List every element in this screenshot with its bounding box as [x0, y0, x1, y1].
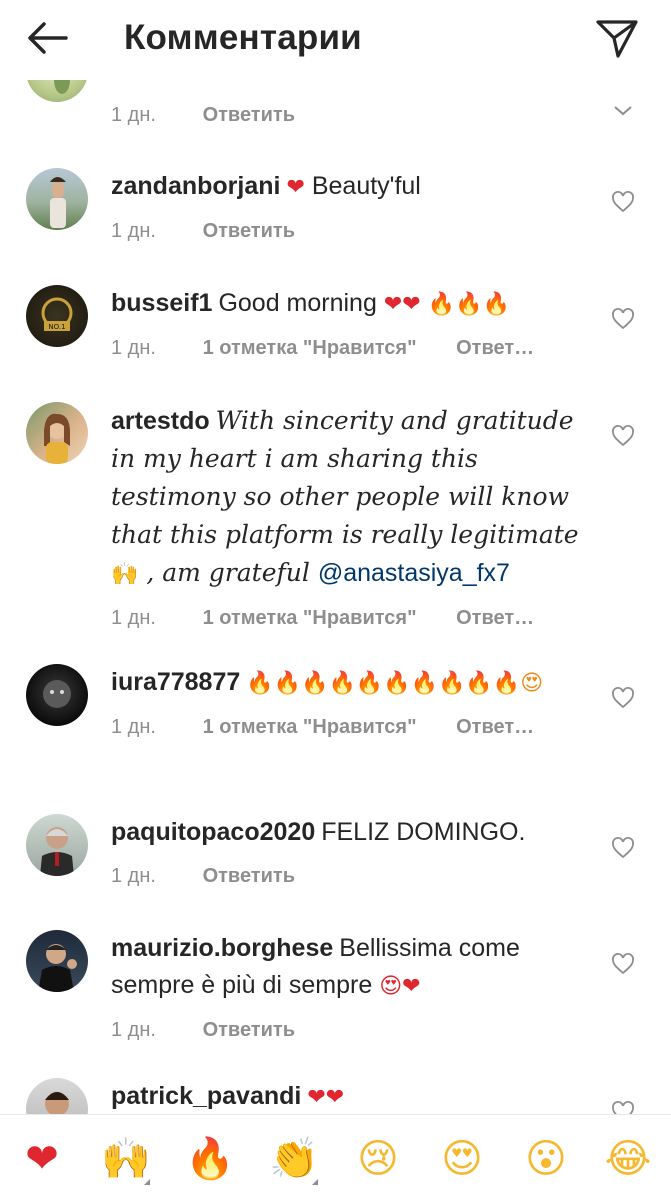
reply-button[interactable]: Ответить: [203, 861, 295, 891]
skin-tone-corner-icon: [144, 1179, 150, 1185]
comment-time: 1 дн.: [111, 337, 156, 359]
emoji-button-fire[interactable]: 🔥: [182, 1131, 238, 1187]
emoji-button-surprised[interactable]: 😮: [518, 1131, 574, 1187]
comment-meta: 1 дн. Ответить: [111, 100, 581, 130]
comment-time: 1 дн.: [111, 607, 156, 629]
comment-meta: 1 дн. Ответить: [111, 216, 581, 246]
comment-emoji: 🔥🔥🔥🔥🔥🔥🔥🔥🔥🔥😍: [246, 671, 544, 696]
comment-time: 1 дн.: [111, 1019, 156, 1041]
chevron-down-icon[interactable]: [611, 98, 635, 122]
comment-text: FELIZ DOMINGO.: [321, 818, 526, 846]
emoji-button-heart-eyes[interactable]: 😍: [434, 1131, 490, 1187]
user-avatar[interactable]: [26, 1078, 88, 1114]
clapping-hands-icon: 👏: [269, 1136, 319, 1182]
comment-meta: 1 дн. Ответить: [111, 1015, 581, 1045]
svg-text:NO.1: NO.1: [48, 323, 65, 331]
comments-list[interactable]: 1 дн. Ответить zandanborjani ❤ Beauty'ful…: [0, 80, 671, 1114]
comment-time: 1 дн.: [111, 716, 156, 738]
comment-username[interactable]: artestdo: [111, 407, 210, 435]
comment-text: Good morning: [218, 289, 384, 317]
back-arrow-icon[interactable]: [22, 18, 70, 58]
reply-button[interactable]: Ответ…: [456, 712, 534, 742]
user-avatar[interactable]: [26, 664, 88, 726]
likes-count[interactable]: 1 отметка "Нравится": [203, 603, 417, 633]
comment-username[interactable]: busseif1: [111, 289, 212, 317]
emoji-button-laughing[interactable]: 😂: [600, 1131, 656, 1187]
comment-time: 1 дн.: [111, 104, 156, 126]
skin-tone-corner-icon: [312, 1179, 318, 1185]
likes-count[interactable]: 1 отметка "Нравится": [203, 712, 417, 742]
user-avatar[interactable]: [26, 814, 88, 876]
comment-emoji: 🙌: [111, 562, 139, 587]
comment-emoji: ❤❤: [307, 1085, 345, 1110]
emoji-button-heart[interactable]: ❤: [14, 1131, 70, 1187]
comment-meta: 1 дн. 1 отметка "Нравится" Ответ…: [111, 712, 581, 742]
like-heart-icon[interactable]: [611, 307, 635, 331]
comment-meta: 1 дн. 1 отметка "Нравится" Ответ…: [111, 333, 581, 363]
like-heart-icon[interactable]: [611, 1100, 635, 1114]
comment-text-continued: , am grateful: [138, 558, 318, 587]
page-title: Комментарии: [124, 18, 362, 57]
like-heart-icon[interactable]: [611, 686, 635, 710]
comment-text: Beauty'ful: [304, 172, 421, 200]
emoji-button-clap[interactable]: 👏: [266, 1131, 322, 1187]
comment-emoji: ❤❤ 🔥🔥🔥: [383, 292, 510, 317]
comment-meta: 1 дн. Ответить: [111, 861, 581, 891]
top-bar: Комментарии: [0, 0, 671, 80]
comment-username[interactable]: zandanborjani: [111, 172, 280, 200]
reply-button[interactable]: Ответ…: [456, 603, 534, 633]
emoji-button-raised-hands[interactable]: 🙌: [98, 1131, 154, 1187]
reply-button[interactable]: Ответ…: [456, 333, 534, 363]
likes-count[interactable]: 1 отметка "Нравится": [203, 333, 417, 363]
reply-button[interactable]: Ответить: [203, 100, 295, 130]
direct-send-icon[interactable]: [594, 16, 640, 60]
comment-time: 1 дн.: [111, 220, 156, 242]
emoji-reaction-bar: ❤ 🙌 🔥 👏 😢 😍 😮 😂: [0, 1114, 671, 1200]
like-heart-icon[interactable]: [611, 424, 635, 448]
user-avatar[interactable]: [26, 80, 88, 102]
reply-button[interactable]: Ответить: [203, 216, 295, 246]
comment-username[interactable]: maurizio.borghese: [111, 934, 333, 962]
mention-link[interactable]: @anastasiya_fx7: [318, 559, 510, 587]
comment-time: 1 дн.: [111, 865, 156, 887]
comment-username[interactable]: patrick_pavandi: [111, 1082, 301, 1110]
reply-button[interactable]: Ответить: [203, 1015, 295, 1045]
comment-emoji: ❤: [286, 175, 305, 200]
comment-username[interactable]: iura778877: [111, 668, 240, 696]
comment-meta: 1 дн. 1 отметка "Нравится" Ответ…: [111, 603, 581, 633]
emoji-button-crying[interactable]: 😢: [350, 1131, 406, 1187]
user-avatar[interactable]: [26, 402, 88, 464]
user-avatar[interactable]: [26, 168, 88, 230]
user-avatar[interactable]: NO.1: [26, 285, 88, 347]
comment-username[interactable]: paquitopaco2020: [111, 818, 315, 846]
user-avatar[interactable]: [26, 930, 88, 992]
raised-hands-icon: 🙌: [101, 1136, 151, 1182]
like-heart-icon[interactable]: [611, 952, 635, 976]
like-heart-icon[interactable]: [611, 836, 635, 860]
comment-emoji: 😍❤: [379, 974, 421, 999]
like-heart-icon[interactable]: [611, 190, 635, 214]
